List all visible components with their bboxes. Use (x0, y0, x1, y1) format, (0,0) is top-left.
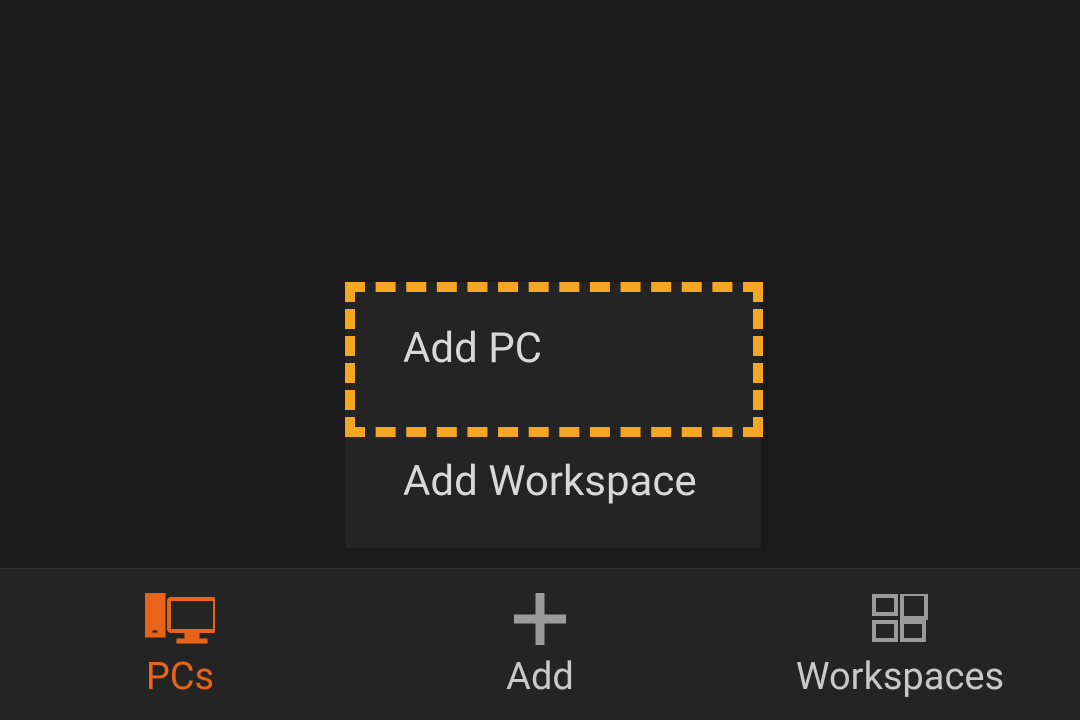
grid-icon (872, 591, 928, 647)
main-content-area: Add PC Add Workspace (0, 0, 1080, 568)
bottom-navigation: PCs Add Workspaces (0, 568, 1080, 720)
nav-label: Add (506, 655, 574, 699)
nav-label: Workspaces (796, 655, 1004, 699)
add-menu-popup: Add PC Add Workspace (345, 282, 761, 548)
nav-label: PCs (146, 655, 214, 699)
nav-pcs-tab[interactable]: PCs (0, 569, 360, 720)
menu-item-label: Add PC (403, 324, 542, 373)
add-workspace-menu-item[interactable]: Add Workspace (345, 415, 761, 548)
menu-item-label: Add Workspace (403, 457, 697, 506)
plus-icon (514, 591, 566, 647)
pc-icon (145, 591, 215, 647)
nav-add-tab[interactable]: Add (360, 569, 720, 720)
add-pc-menu-item[interactable]: Add PC (345, 282, 761, 415)
nav-workspaces-tab[interactable]: Workspaces (720, 569, 1080, 720)
